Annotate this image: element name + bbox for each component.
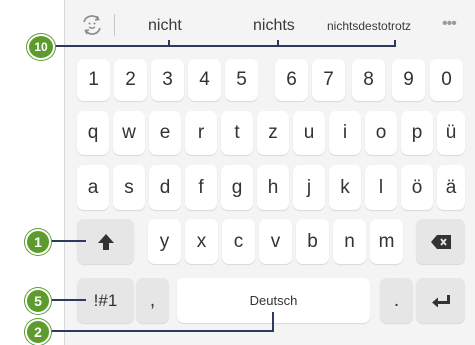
key-u[interactable]: u (293, 111, 325, 155)
key-p[interactable]: p (401, 111, 433, 155)
key-5[interactable]: 5 (225, 59, 258, 101)
suggestion-nicht[interactable]: nicht (148, 14, 182, 38)
suggestion-nichts[interactable]: nichts (253, 14, 295, 38)
suggestion-divider (114, 14, 115, 36)
callout-2-badge: 2 (25, 319, 51, 345)
period-key[interactable]: . (380, 278, 413, 323)
key-6[interactable]: 6 (275, 59, 308, 101)
key-m[interactable]: m (370, 219, 403, 264)
more-suggestions-icon[interactable]: ••• (442, 14, 462, 38)
key-3[interactable]: 3 (151, 59, 184, 101)
key-y[interactable]: y (148, 219, 181, 264)
callout-5-badge: 5 (25, 288, 51, 314)
key-2[interactable]: 2 (114, 59, 147, 101)
key-7[interactable]: 7 (312, 59, 345, 101)
callout-1-badge: 1 (25, 229, 51, 255)
key-f[interactable]: f (185, 165, 217, 210)
suggestion-nichtsdestotrotz[interactable]: nichtsdestotrotz (327, 14, 411, 38)
shift-arrow-icon (97, 233, 114, 250)
key-h[interactable]: h (257, 165, 289, 210)
comma-key[interactable]: , (136, 278, 169, 323)
callout-10-badge: 10 (27, 34, 55, 60)
callout-2-line (38, 330, 274, 332)
key-o[interactable]: o (365, 111, 397, 155)
key-8[interactable]: 8 (352, 59, 385, 101)
key-w[interactable]: w (113, 111, 145, 155)
key-0[interactable]: 0 (430, 59, 463, 101)
key-o-umlaut[interactable]: ö (401, 165, 433, 210)
backspace-key[interactable] (416, 219, 465, 264)
key-d[interactable]: d (149, 165, 181, 210)
key-q[interactable]: q (77, 111, 109, 155)
callout-10-tick-nicht (168, 40, 170, 47)
key-1[interactable]: 1 (77, 59, 110, 101)
key-v[interactable]: v (259, 219, 292, 264)
key-b[interactable]: b (296, 219, 329, 264)
key-s[interactable]: s (113, 165, 145, 210)
key-u-umlaut[interactable]: ü (437, 111, 465, 155)
key-a[interactable]: a (77, 165, 109, 210)
enter-key[interactable] (416, 278, 465, 323)
key-k[interactable]: k (329, 165, 361, 210)
key-9[interactable]: 9 (392, 59, 425, 101)
key-a-umlaut[interactable]: ä (437, 165, 465, 210)
key-c[interactable]: c (222, 219, 255, 264)
callout-10-tick-nichts (277, 40, 279, 47)
backspace-icon (430, 234, 451, 249)
emoji-icon[interactable] (78, 12, 106, 38)
key-i[interactable]: i (329, 111, 361, 155)
key-z[interactable]: z (257, 111, 289, 155)
key-e[interactable]: e (149, 111, 181, 155)
key-4[interactable]: 4 (188, 59, 221, 101)
callout-2-vline (272, 312, 274, 332)
callout-10-line (42, 45, 396, 47)
key-g[interactable]: g (221, 165, 253, 210)
key-t[interactable]: t (221, 111, 253, 155)
key-l[interactable]: l (365, 165, 397, 210)
key-n[interactable]: n (333, 219, 366, 264)
key-j[interactable]: j (293, 165, 325, 210)
callout-10-tick-nichtsdestotrotz (394, 40, 396, 47)
key-r[interactable]: r (185, 111, 217, 155)
enter-icon (431, 294, 450, 307)
key-x[interactable]: x (185, 219, 218, 264)
